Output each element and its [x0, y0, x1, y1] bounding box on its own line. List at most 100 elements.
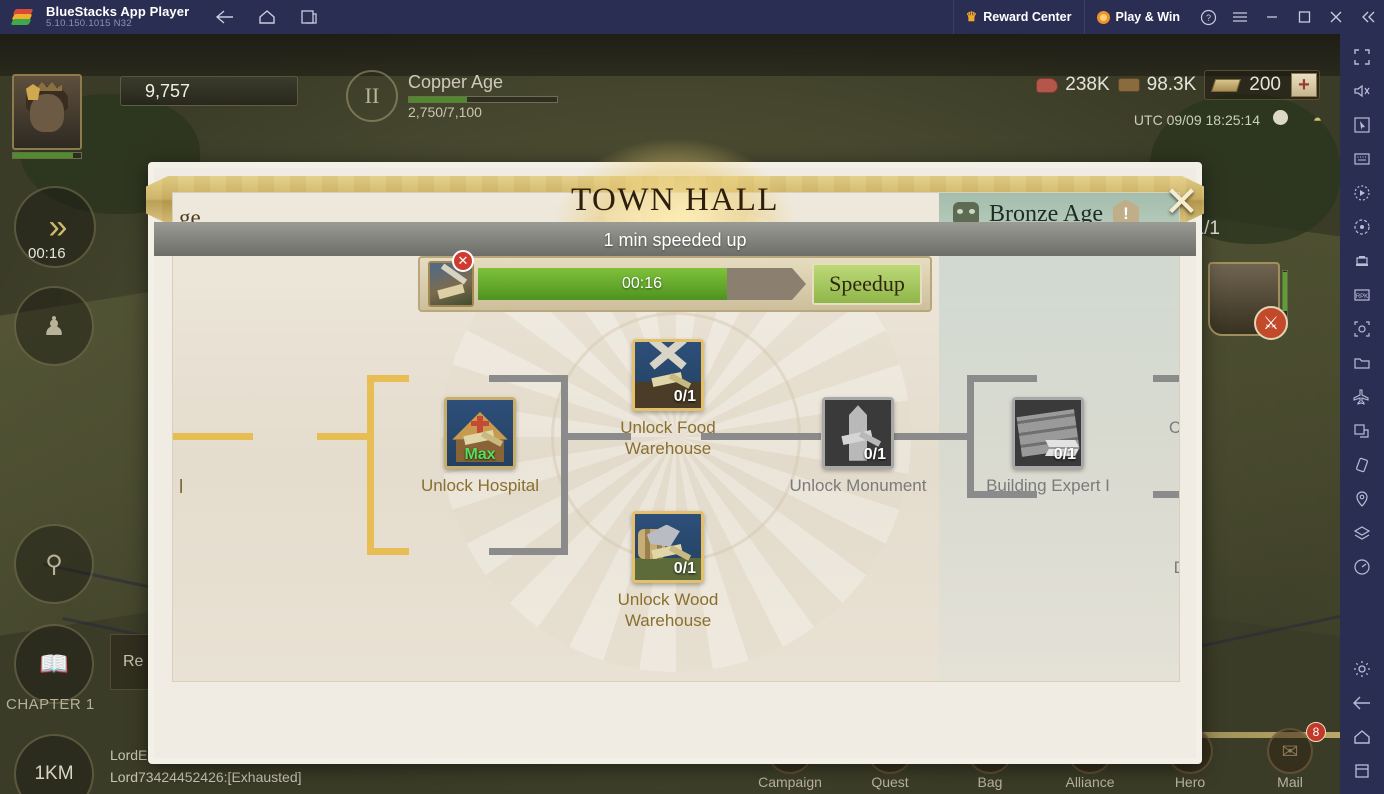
reward-tab-label: Re	[123, 653, 144, 670]
meat-icon	[1036, 77, 1059, 93]
resource-meat[interactable]: 238K	[1036, 74, 1110, 96]
chapter-label: CHAPTER 1	[6, 696, 95, 713]
node-label: Building Expert I	[986, 476, 1110, 495]
node-count: 0/1	[1053, 446, 1076, 463]
double-chevron-icon: »	[48, 207, 68, 246]
meter-icon[interactable]	[1347, 552, 1377, 582]
mute-icon[interactable]	[1347, 76, 1377, 106]
macro-record-icon[interactable]	[1347, 178, 1377, 208]
cancel-build-button[interactable]: ✕	[452, 250, 474, 272]
coin-icon	[1096, 10, 1110, 24]
player-avatar[interactable]	[12, 74, 82, 150]
resource-gem-box[interactable]: 200 +	[1204, 70, 1320, 100]
airplane-icon[interactable]	[1347, 382, 1377, 412]
node-icon: Max	[444, 397, 516, 469]
tech-node-building-expert-i[interactable]: 0/1 Building Expert I	[973, 397, 1123, 496]
chapter-hud-button[interactable]: 📖	[14, 624, 94, 704]
node-label: Unlock Wood Warehouse	[617, 590, 719, 630]
gem-icon	[1211, 78, 1242, 92]
collapse-sidebar-button[interactable]	[1352, 0, 1384, 34]
build-progress-bar: 00:16	[478, 268, 806, 300]
weather-sun-icon	[1273, 110, 1288, 125]
sync-icon[interactable]	[1347, 212, 1377, 242]
rpk-icon[interactable]: RPK	[1347, 280, 1377, 310]
speedup-row: ✕ 00:16 Speedup	[418, 250, 932, 312]
nav-label: Quest	[871, 774, 909, 790]
shake-icon[interactable]	[1347, 450, 1377, 480]
reward-center-button[interactable]: ♛ Reward Center	[952, 0, 1085, 34]
gem-value: 200	[1249, 74, 1281, 95]
search-hud-button[interactable]: ⚲	[14, 524, 94, 604]
tech-node-unlock-wood-warehouse[interactable]: 0/1 Unlock Wood Warehouse	[593, 511, 743, 631]
node-icon: 0/1	[632, 511, 704, 583]
close-button[interactable]	[1320, 0, 1352, 34]
tech-node-combat-training-i[interactable]: 0/1 Combat Training I	[1161, 339, 1179, 438]
tech-node-unlock-hospital[interactable]: Max Unlock Hospital	[405, 397, 555, 496]
nav-label: Campaign	[758, 774, 822, 790]
node-label: Unlock Hospital	[420, 476, 540, 495]
tech-node-unlock-food-warehouse[interactable]: 0/1 Unlock Food Warehouse	[593, 339, 743, 459]
svg-text:?: ?	[1205, 13, 1210, 23]
connector-grey	[489, 548, 567, 555]
multi-window-icon[interactable]	[1347, 416, 1377, 446]
chat-line: Lord73424452426:[Exhausted]	[110, 769, 302, 785]
app-version: 5.10.150.1015 N32	[46, 17, 132, 29]
menu-button[interactable]	[1224, 0, 1256, 34]
avatar-power-bar	[12, 152, 82, 159]
settings-gear-icon[interactable]	[1347, 654, 1377, 684]
connector-gold	[367, 375, 409, 382]
app-identity: BlueStacks App Player 5.10.150.1015 N32	[46, 5, 189, 29]
tech-node-unlock-monument[interactable]: 0/1 Unlock Monument	[783, 397, 933, 496]
reward-center-label: Reward Center	[983, 10, 1072, 24]
titlebar-right: ♛ Reward Center Play & Win ?	[952, 0, 1384, 34]
connector-grey	[489, 375, 567, 382]
resource-wood[interactable]: 98.3K	[1117, 74, 1196, 96]
add-resource-button[interactable]: +	[1291, 73, 1317, 97]
nav-label: Mail	[1277, 774, 1303, 790]
book-quill-icon: 📖	[39, 650, 69, 678]
node-icon: 0/1	[632, 339, 704, 411]
dialog-title: TOWN HALL	[570, 182, 780, 218]
speedup-hud-timer: 00:16	[28, 245, 66, 262]
speedup-button[interactable]: Speedup	[812, 263, 922, 305]
node-label: Unlock Monument	[789, 476, 927, 495]
hero-status-icon[interactable]: ⚔	[1254, 306, 1288, 340]
location-icon[interactable]	[1347, 484, 1377, 514]
connector-gold-vertical	[367, 375, 374, 555]
media-folder-icon[interactable]	[1347, 348, 1377, 378]
screenshot-icon[interactable]	[1347, 314, 1377, 344]
help-button[interactable]: ?	[1192, 0, 1224, 34]
zoom-hud-button[interactable]: 1KM	[14, 734, 94, 794]
minimize-button[interactable]	[1256, 0, 1288, 34]
build-timer: 00:16	[621, 275, 663, 292]
close-dialog-button[interactable]: ✕	[1156, 178, 1214, 230]
tech-node-dodge-training-i[interactable]: 0/1 Dodge Training I	[1161, 479, 1179, 578]
app-name: BlueStacks App Player	[46, 4, 190, 20]
node-label: Unlock Food Warehouse	[620, 418, 716, 458]
connector-gold	[367, 548, 409, 555]
gold-counter[interactable]: 9,757	[120, 76, 298, 106]
titlebar-nav-icons	[215, 7, 319, 27]
nav-mail[interactable]: ✉ 8 Mail	[1240, 722, 1340, 794]
play-and-win-button[interactable]: Play & Win	[1085, 0, 1192, 34]
back-icon[interactable]	[1347, 688, 1377, 718]
multi-instance-icon[interactable]	[299, 7, 319, 27]
eco-mode-icon[interactable]	[1347, 246, 1377, 276]
home-icon[interactable]	[257, 7, 277, 27]
cursor-icon[interactable]	[1347, 110, 1377, 140]
keymapping-icon[interactable]	[1347, 144, 1377, 174]
troops-hud-button[interactable]: ♟	[14, 286, 94, 366]
offscreen-node-label: l	[179, 477, 184, 498]
window-controls: ?	[1192, 0, 1384, 34]
home-icon[interactable]	[1347, 722, 1377, 752]
maximize-button[interactable]	[1288, 0, 1320, 34]
layers-icon[interactable]	[1347, 518, 1377, 548]
fullscreen-icon[interactable]	[1347, 42, 1377, 72]
game-viewport[interactable]: 9,757 II Copper Age 2,750/7,100 238K 98.…	[0, 34, 1340, 794]
back-icon[interactable]	[215, 7, 235, 27]
svg-text:RPK: RPK	[1356, 294, 1368, 300]
recents-icon[interactable]	[1347, 756, 1377, 786]
node-icon: 0/1	[822, 397, 894, 469]
age-progress-bar	[408, 96, 558, 103]
connector-grey-vertical	[561, 375, 568, 440]
